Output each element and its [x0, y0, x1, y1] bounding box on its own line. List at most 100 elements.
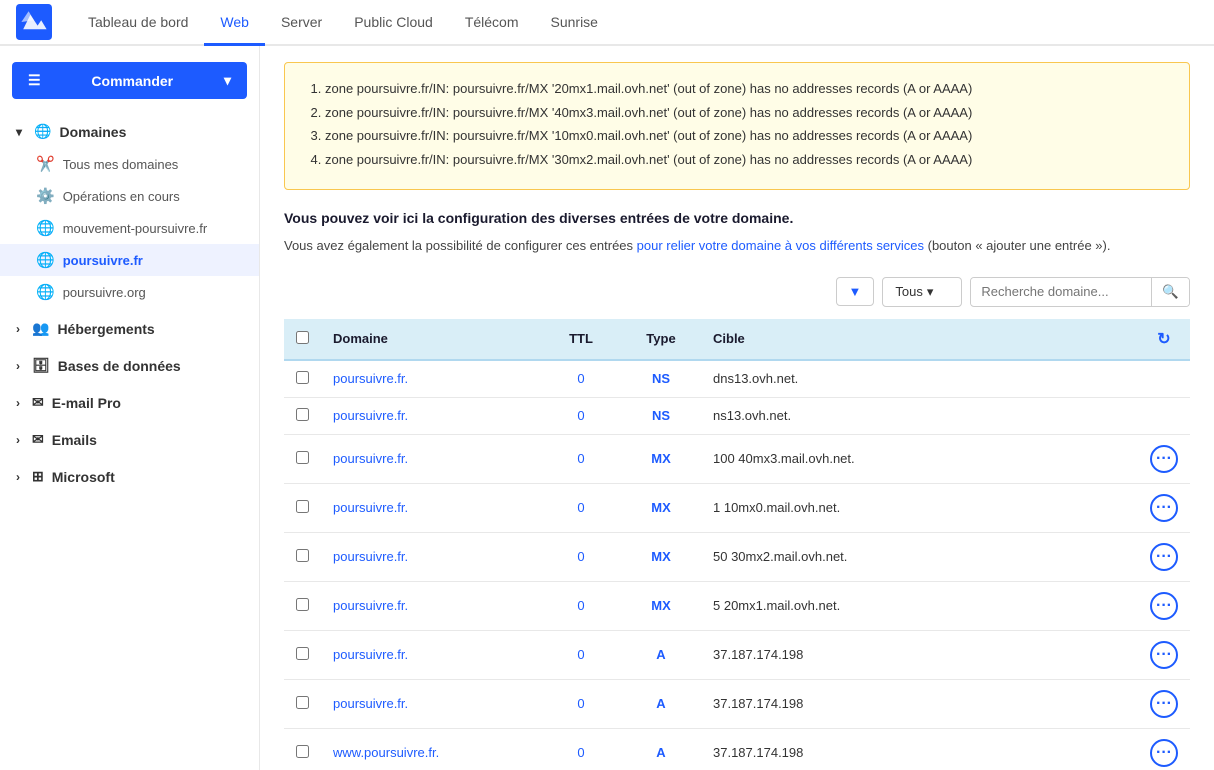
- sidebar-section-header-domaines[interactable]: ▾ 🌐 Domaines: [0, 115, 259, 148]
- chevron-right-icon-microsoft: ›: [16, 470, 20, 484]
- hebergements-icon: 👥: [32, 320, 49, 337]
- search-input[interactable]: [971, 278, 1151, 305]
- row-domain: poursuivre.fr.: [321, 679, 541, 728]
- filter-select[interactable]: Tous ▾: [882, 277, 962, 307]
- row-action-button[interactable]: ···: [1150, 641, 1178, 669]
- info-link[interactable]: pour relier votre domaine à vos différen…: [637, 238, 924, 253]
- select-all-checkbox[interactable]: [296, 331, 309, 344]
- search-button[interactable]: 🔍: [1151, 278, 1189, 306]
- domain-link[interactable]: poursuivre.fr.: [333, 408, 408, 423]
- sidebar-item-operations[interactable]: ⚙️ Opérations en cours: [0, 180, 259, 212]
- sidebar-section-header-microsoft[interactable]: › ⊞ Microsoft: [0, 460, 259, 493]
- row-type: A: [621, 728, 701, 770]
- row-domain: www.poursuivre.fr.: [321, 728, 541, 770]
- row-action-button[interactable]: ···: [1150, 445, 1178, 473]
- microsoft-icon: ⊞: [32, 468, 44, 485]
- row-type: A: [621, 679, 701, 728]
- row-cible: dns13.ovh.net.: [701, 360, 1138, 398]
- row-checkbox-cell: [284, 532, 321, 581]
- row-ttl: 0: [541, 679, 621, 728]
- row-ttl: 0: [541, 728, 621, 770]
- row-action: ···: [1138, 630, 1190, 679]
- nav-server[interactable]: Server: [265, 0, 338, 46]
- sidebar-item-tous-domaines[interactable]: ✂️ Tous mes domaines: [0, 148, 259, 180]
- row-action-button[interactable]: ···: [1150, 494, 1178, 522]
- globe-icon-poursuivre: 🌐: [36, 251, 55, 269]
- sidebar-section-header-bases[interactable]: › 🗄 Bases de données: [0, 349, 259, 382]
- nav-telecom[interactable]: Télécom: [449, 0, 535, 46]
- row-cible: 100 40mx3.mail.ovh.net.: [701, 434, 1138, 483]
- row-action: ···: [1138, 434, 1190, 483]
- col-header-ttl: TTL: [541, 319, 621, 360]
- row-checkbox[interactable]: [296, 500, 309, 513]
- domain-link[interactable]: poursuivre.fr.: [333, 451, 408, 466]
- table-row: poursuivre.fr. 0 A 37.187.174.198 ···: [284, 679, 1190, 728]
- domain-link[interactable]: poursuivre.fr.: [333, 549, 408, 564]
- nav-tableau-de-bord[interactable]: Tableau de bord: [72, 0, 204, 46]
- row-cible: 50 30mx2.mail.ovh.net.: [701, 532, 1138, 581]
- table-row: poursuivre.fr. 0 A 37.187.174.198 ···: [284, 630, 1190, 679]
- row-checkbox[interactable]: [296, 371, 309, 384]
- row-action-button[interactable]: ···: [1150, 739, 1178, 767]
- sidebar-section-emailpro: › ✉ E-mail Pro: [0, 386, 259, 419]
- warning-list: zone poursuivre.fr/IN: poursuivre.fr/MX …: [325, 79, 1169, 169]
- row-domain: poursuivre.fr.: [321, 483, 541, 532]
- domain-link[interactable]: poursuivre.fr.: [333, 647, 408, 662]
- row-checkbox[interactable]: [296, 745, 309, 758]
- chevron-right-icon-emailpro: ›: [16, 396, 20, 410]
- row-ttl: 0: [541, 630, 621, 679]
- row-ttl: 0: [541, 434, 621, 483]
- nav-web[interactable]: Web: [204, 0, 265, 46]
- domain-link[interactable]: poursuivre.fr.: [333, 500, 408, 515]
- row-ttl: 0: [541, 360, 621, 398]
- sidebar: ☰ Commander ▾ ▾ 🌐 Domaines ✂️ Tous mes d…: [0, 46, 260, 770]
- row-action-button[interactable]: ···: [1150, 690, 1178, 718]
- info-text: Vous avez également la possibilité de co…: [284, 236, 1190, 257]
- commander-label: Commander: [91, 73, 173, 89]
- domain-link[interactable]: poursuivre.fr.: [333, 696, 408, 711]
- row-action-button[interactable]: ···: [1150, 592, 1178, 620]
- chevron-right-icon-emails: ›: [16, 433, 20, 447]
- dns-table: Domaine TTL Type Cible ↻ poursuivre.fr. …: [284, 319, 1190, 770]
- row-type: MX: [621, 581, 701, 630]
- sidebar-domaines-label: Domaines: [59, 124, 126, 140]
- sidebar-item-poursuivre-fr[interactable]: 🌐 poursuivre.fr: [0, 244, 259, 276]
- row-checkbox[interactable]: [296, 549, 309, 562]
- row-checkbox[interactable]: [296, 598, 309, 611]
- row-checkbox-cell: [284, 630, 321, 679]
- sidebar-item-mouvement[interactable]: 🌐 mouvement-poursuivre.fr: [0, 212, 259, 244]
- main-layout: ☰ Commander ▾ ▾ 🌐 Domaines ✂️ Tous mes d…: [0, 46, 1214, 770]
- logo[interactable]: [16, 4, 52, 40]
- row-checkbox[interactable]: [296, 647, 309, 660]
- nav-public-cloud[interactable]: Public Cloud: [338, 0, 449, 46]
- row-checkbox[interactable]: [296, 696, 309, 709]
- sidebar-section-header-emails[interactable]: › ✉ Emails: [0, 423, 259, 456]
- row-checkbox-cell: [284, 483, 321, 532]
- row-checkbox[interactable]: [296, 408, 309, 421]
- row-action: ···: [1138, 532, 1190, 581]
- filter-bar: ▼ Tous ▾ 🔍: [284, 277, 1190, 307]
- filter-button[interactable]: ▼: [836, 277, 875, 306]
- domain-link[interactable]: poursuivre.fr.: [333, 371, 408, 386]
- row-checkbox-cell: [284, 434, 321, 483]
- domain-link[interactable]: www.poursuivre.fr.: [333, 745, 439, 760]
- sidebar-section-hebergements: › 👥 Hébergements: [0, 312, 259, 345]
- row-type: MX: [621, 434, 701, 483]
- commander-button[interactable]: ☰ Commander ▾: [12, 62, 247, 99]
- row-cible: 37.187.174.198: [701, 728, 1138, 770]
- row-ttl: 0: [541, 581, 621, 630]
- row-action: ···: [1138, 483, 1190, 532]
- sidebar-section-header-hebergements[interactable]: › 👥 Hébergements: [0, 312, 259, 345]
- row-checkbox-cell: [284, 679, 321, 728]
- sidebar-item-poursuivre-org[interactable]: 🌐 poursuivre.org: [0, 276, 259, 308]
- sidebar-section-header-emailpro[interactable]: › ✉ E-mail Pro: [0, 386, 259, 419]
- row-checkbox-cell: [284, 581, 321, 630]
- row-action-button[interactable]: ···: [1150, 543, 1178, 571]
- domain-link[interactable]: poursuivre.fr.: [333, 598, 408, 613]
- chevron-down-icon: ▾: [16, 125, 22, 139]
- nav-sunrise[interactable]: Sunrise: [535, 0, 614, 46]
- warning-box: zone poursuivre.fr/IN: poursuivre.fr/MX …: [284, 62, 1190, 190]
- row-checkbox[interactable]: [296, 451, 309, 464]
- scissors-icon: ✂️: [36, 155, 55, 173]
- refresh-icon[interactable]: ↻: [1157, 331, 1170, 348]
